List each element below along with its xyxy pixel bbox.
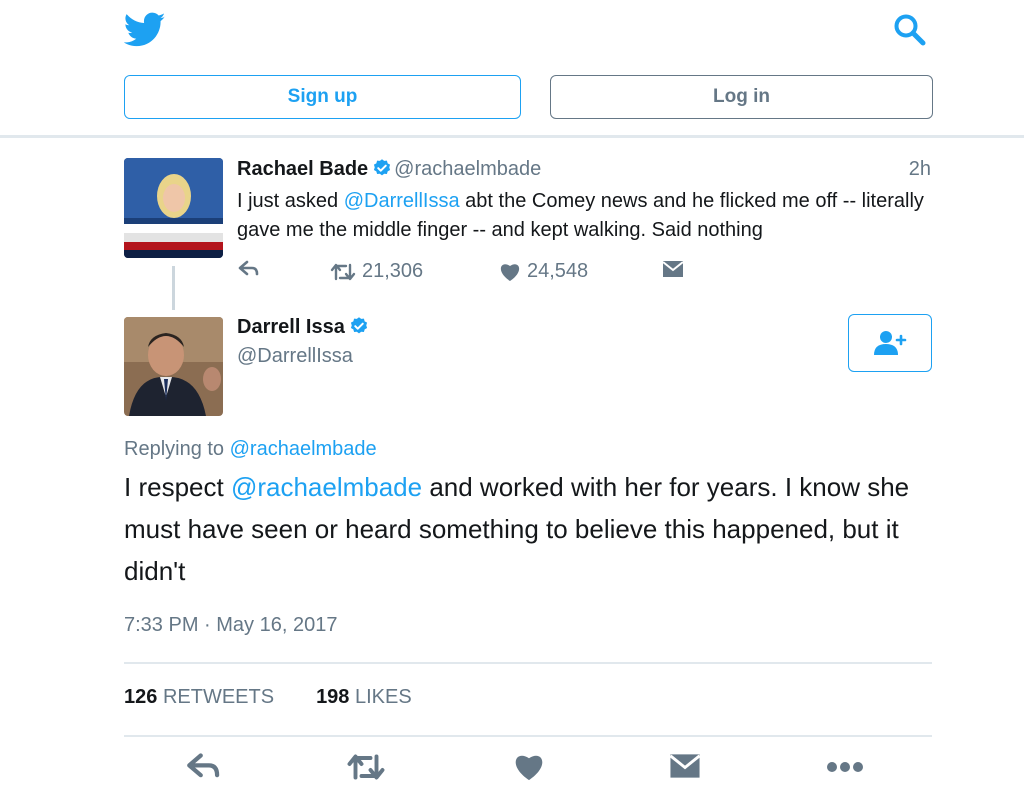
- envelope-icon[interactable]: [669, 752, 701, 785]
- reply-icon: [238, 260, 259, 276]
- retweet-count: 126: [124, 686, 158, 708]
- retweet-label: RETWEETS: [162, 686, 275, 708]
- tweet-time[interactable]: 2h: [880, 158, 931, 181]
- retweet-count: 21,306: [362, 260, 424, 282]
- direct-message-action[interactable]: [662, 260, 690, 278]
- quoted-tweet-header: Rachael Bade @rachaelmbade: [237, 158, 541, 181]
- author-name[interactable]: Darrell Issa: [237, 316, 345, 338]
- likes-stat[interactable]: 198 LIKES: [316, 686, 412, 708]
- tweet-stats: 126 RETWEETS 198 LIKES: [124, 686, 412, 709]
- like-count: 198: [316, 686, 350, 708]
- retweet-icon: [330, 263, 356, 280]
- search-icon[interactable]: [892, 12, 928, 48]
- replying-to: Replying to @rachaelmbade: [124, 438, 377, 461]
- follow-user-icon: [874, 331, 907, 355]
- retweet-action[interactable]: 21,306: [330, 260, 423, 283]
- divider: [124, 735, 932, 737]
- like-action[interactable]: 24,548: [499, 260, 588, 283]
- thread-connector: [172, 266, 175, 310]
- like-count: 24,548: [527, 260, 589, 282]
- tweet-text-part: I just asked: [237, 190, 344, 212]
- tweet-author: Darrell Issa: [237, 316, 371, 339]
- author-handle[interactable]: @rachaelmbade: [394, 158, 541, 180]
- author-handle[interactable]: @DarrellIssa: [237, 345, 353, 368]
- rachael-bade-avatar[interactable]: [124, 158, 223, 258]
- reply-action[interactable]: [238, 260, 266, 278]
- author-name[interactable]: Rachael Bade: [237, 158, 368, 180]
- header-divider: [0, 135, 1024, 138]
- reply-icon[interactable]: [186, 752, 222, 787]
- quoted-tweet-text: I just asked @DarrellIssa abt the Comey …: [237, 187, 937, 245]
- replying-prefix: Replying to: [124, 438, 230, 460]
- tweet-text-part: I respect: [124, 472, 231, 502]
- more-options-icon[interactable]: [826, 760, 864, 779]
- retweets-stat[interactable]: 126 RETWEETS: [124, 686, 274, 708]
- divider: [124, 662, 932, 664]
- darrell-issa-avatar[interactable]: [124, 317, 223, 416]
- tweet-text: I respect @rachaelmbade and worked with …: [124, 466, 944, 592]
- follow-button[interactable]: [848, 314, 932, 372]
- sign-up-button[interactable]: Sign up: [124, 75, 521, 119]
- retweet-icon[interactable]: [346, 752, 386, 787]
- envelope-icon: [662, 261, 684, 277]
- log-in-button[interactable]: Log in: [550, 75, 933, 119]
- heart-icon[interactable]: [513, 752, 545, 787]
- twitter-logo-icon[interactable]: [123, 12, 166, 48]
- mention-link[interactable]: @rachaelmbade: [231, 472, 422, 502]
- verified-badge-icon: [350, 317, 367, 334]
- heart-icon: [500, 263, 520, 281]
- verified-badge-icon: [374, 159, 391, 176]
- replying-to-link[interactable]: @rachaelmbade: [230, 438, 377, 460]
- like-label: LIKES: [355, 686, 412, 708]
- mention-link[interactable]: @DarrellIssa: [344, 190, 460, 212]
- tweet-timestamp[interactable]: 7:33 PM · May 16, 2017: [124, 614, 337, 637]
